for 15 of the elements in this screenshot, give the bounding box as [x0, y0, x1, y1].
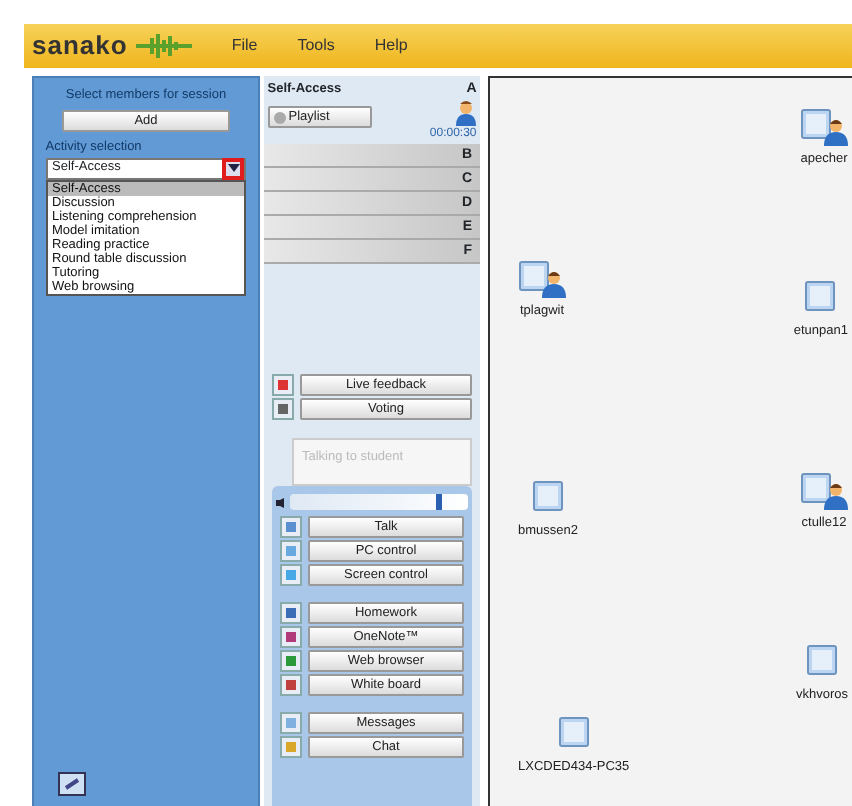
slider-thumb[interactable] — [436, 494, 443, 511]
logo-text: sanako — [32, 28, 128, 65]
dropdown-arrow-button[interactable] — [222, 157, 244, 180]
volume-slider[interactable] — [289, 494, 469, 511]
menu-item[interactable]: Tools — [297, 34, 335, 58]
computer-user-icon[interactable] — [518, 258, 566, 298]
menu-item[interactable]: Help — [374, 34, 408, 58]
computer-user-icon[interactable] — [800, 106, 848, 146]
menu-item[interactable]: File — [231, 34, 258, 58]
computer-user-icon[interactable] — [800, 470, 848, 510]
user-icon — [456, 100, 477, 127]
chevron-down-icon — [227, 164, 239, 173]
play-icon — [273, 111, 285, 123]
waveform-logo-icon — [135, 32, 192, 60]
speaker-icon — [275, 497, 286, 508]
